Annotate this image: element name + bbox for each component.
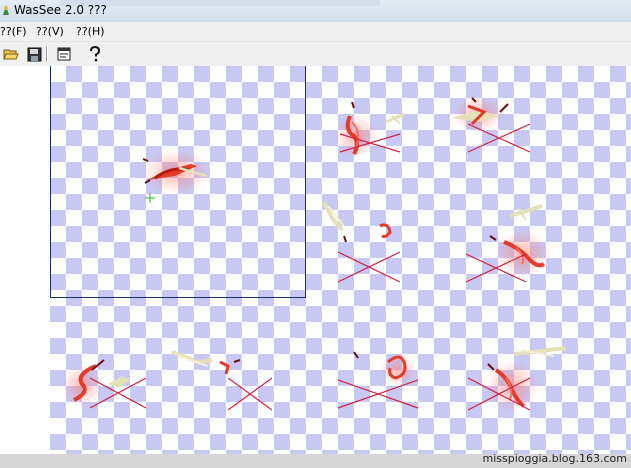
save-button[interactable] xyxy=(24,44,44,64)
open-folder-icon xyxy=(3,49,19,60)
properties-button[interactable] xyxy=(54,44,74,64)
sprite-frame-6[interactable] xyxy=(168,344,278,414)
sprite-frame-4[interactable] xyxy=(460,202,560,288)
sprite-frame-1[interactable] xyxy=(328,96,418,166)
menu-view[interactable]: ??(V) xyxy=(36,25,64,38)
sprite-frame-2[interactable] xyxy=(438,94,548,164)
properties-icon xyxy=(57,47,71,61)
preview-panel[interactable] xyxy=(50,66,306,298)
preview-sprite xyxy=(142,150,210,203)
sprite-canvas[interactable] xyxy=(50,66,631,454)
sprite-frame-5[interactable] xyxy=(60,344,150,414)
help-button[interactable] xyxy=(85,44,105,64)
toolbar xyxy=(0,42,631,67)
save-disk-icon xyxy=(27,47,41,61)
window-title: WasSee 2.0 ??? xyxy=(14,3,107,17)
help-question-icon xyxy=(90,46,101,62)
status-bar: misspioggia.blog.163.com xyxy=(0,452,631,468)
sprite-frame-7[interactable] xyxy=(334,346,434,416)
app-icon xyxy=(3,5,9,15)
title-bar-ghost xyxy=(60,0,380,6)
menu-bar: ??(F) ??(V) ??(H) xyxy=(0,22,631,42)
sprite-frame-3[interactable] xyxy=(320,196,410,286)
left-pane xyxy=(0,66,50,454)
watermark-text: misspioggia.blog.163.com xyxy=(482,452,628,465)
toolbar-separator xyxy=(46,46,48,62)
menu-file[interactable]: ??(F) xyxy=(0,25,27,38)
menu-help[interactable]: ??(H) xyxy=(76,25,105,38)
title-bar: WasSee 2.0 ??? xyxy=(0,0,631,22)
sprite-frame-8[interactable] xyxy=(462,344,572,424)
open-button[interactable] xyxy=(1,44,21,64)
